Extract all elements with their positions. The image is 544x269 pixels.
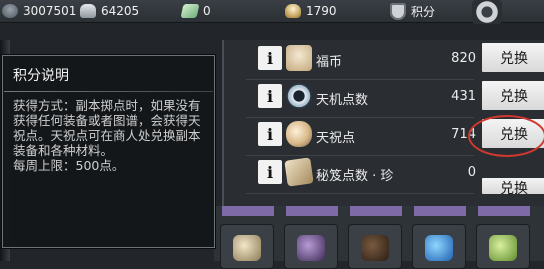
inventory-slot[interactable] — [220, 224, 274, 269]
exchange-button[interactable]: 兑换 — [482, 178, 544, 194]
silver-ingot-icon — [80, 4, 96, 18]
silver-display: 64205 — [80, 3, 139, 19]
points-tooltip: 积分说明 获得方式：副本掷点时，如果没有获得任何装备或者图谱，会获得天祝点。天祝… — [2, 55, 215, 248]
slot-tab — [414, 206, 466, 216]
item-count: 0 — [467, 165, 476, 180]
jade-icon — [180, 4, 200, 18]
shop-row-tianji: i 天机点数 431 兑换 — [224, 78, 544, 118]
coin-bag-icon — [285, 4, 301, 18]
item-count: 431 — [451, 89, 476, 104]
tianzhu-icon — [286, 121, 312, 147]
points-button[interactable]: 积分 — [390, 2, 436, 20]
item-count: 820 — [451, 51, 476, 66]
shield-icon — [390, 2, 406, 20]
gem-icon — [425, 235, 453, 261]
slot-tab — [478, 206, 530, 216]
fubi-icon — [286, 45, 312, 71]
info-button[interactable]: i — [258, 122, 282, 146]
shop-row-miji: i 秘笈点数 · 珍 0 兑换 — [224, 154, 544, 194]
slot-tab — [350, 206, 402, 216]
jade-display: 0 — [180, 3, 211, 19]
slot-tab — [222, 206, 274, 216]
gem-icon — [297, 235, 325, 261]
tooltip-body: 获得方式：副本掷点时，如果没有获得任何装备或者图谱，会获得天祝点。天祝点可在商人… — [13, 98, 201, 173]
inventory-strip — [214, 206, 544, 269]
divider — [4, 91, 213, 92]
coin-display: 1790 — [285, 3, 337, 19]
info-button[interactable]: i — [258, 84, 282, 108]
slot-tab — [286, 206, 338, 216]
gem-icon — [361, 235, 389, 261]
info-button[interactable]: i — [258, 160, 282, 184]
exchange-button[interactable]: 兑换 — [482, 43, 544, 72]
gem-icon — [233, 235, 261, 261]
settings-icon[interactable] — [472, 0, 502, 24]
tianji-icon — [286, 83, 312, 109]
info-button[interactable]: i — [258, 46, 282, 70]
points-label: 积分 — [411, 4, 436, 19]
item-name: 天祝点 — [316, 131, 356, 146]
item-name: 天机点数 — [316, 93, 369, 108]
inventory-slot[interactable] — [412, 224, 466, 269]
player-id-display: 3007501 — [2, 3, 76, 19]
highlight-circle — [468, 115, 544, 157]
inventory-slot[interactable] — [284, 224, 338, 269]
item-name: 秘笈点数 · 珍 — [316, 169, 394, 184]
item-name: 福币 — [316, 55, 343, 70]
player-id: 3007501 — [23, 4, 77, 18]
silver-amount: 64205 — [101, 4, 140, 18]
inventory-slot[interactable] — [348, 224, 402, 269]
scroll-icon — [284, 157, 314, 187]
avatar-icon — [2, 4, 18, 18]
tooltip-title: 积分说明 — [13, 68, 69, 84]
exchange-button[interactable]: 兑换 — [482, 81, 544, 110]
gem-icon — [489, 235, 517, 261]
resource-bar: 3007501 64205 0 1790 积分 — [0, 0, 544, 24]
inventory-slot[interactable] — [476, 224, 530, 269]
coin-amount: 1790 — [306, 4, 337, 18]
shop-row-fubi: i 福币 820 兑换 — [224, 40, 544, 80]
jade-amount: 0 — [203, 4, 211, 18]
